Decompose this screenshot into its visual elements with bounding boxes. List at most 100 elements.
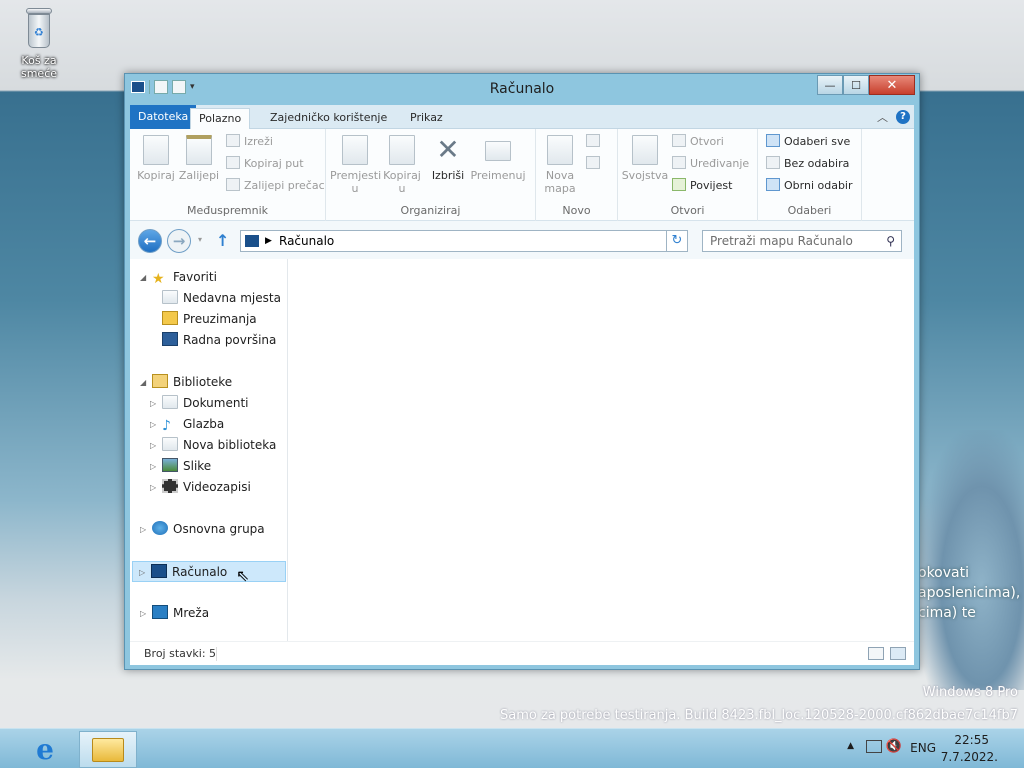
select-none-button[interactable]: Bez odabira	[766, 155, 849, 173]
watermark-edition: Windows 8 Pro	[922, 685, 1018, 700]
cut-button[interactable]: Izreži	[226, 133, 273, 151]
refresh-button[interactable]: ↻	[666, 230, 688, 252]
nav-pictures[interactable]: ▷ Slike	[150, 456, 211, 477]
desktop-recycle-bin[interactable]: ♻ Koš za smeće	[2, 6, 76, 80]
scissors-icon	[226, 134, 240, 147]
easy-access-icon	[586, 156, 600, 169]
collapse-ribbon-icon[interactable]: ︿	[877, 109, 888, 125]
maximize-button[interactable]: ☐	[843, 75, 869, 95]
breadcrumb-chevron-icon[interactable]: ▶	[265, 231, 272, 251]
paste-button[interactable]: Zalijepi	[176, 135, 222, 182]
nav-downloads[interactable]: Preuzimanja	[162, 309, 257, 330]
ie-icon: e	[36, 733, 54, 766]
close-button[interactable]: ✕	[869, 75, 915, 95]
computer-icon	[151, 564, 167, 578]
minimize-button[interactable]: —	[817, 75, 843, 95]
back-button[interactable]: ←	[138, 229, 162, 253]
copy-to-button[interactable]: Kopiraj u	[380, 135, 424, 195]
details-view-icon[interactable]	[868, 647, 884, 660]
file-list-area[interactable]	[289, 259, 914, 641]
clock-date[interactable]: 7.7.2022.	[941, 750, 998, 764]
properties-icon	[632, 135, 658, 165]
search-icon[interactable]: ⚲	[886, 231, 895, 251]
nav-homegroup[interactable]: ▷ Osnovna grupa	[140, 519, 265, 540]
nav-libraries[interactable]: ◢ Biblioteke	[140, 372, 232, 393]
group-label-organize: Organiziraj	[400, 204, 461, 217]
collapsed-icon[interactable]: ▷	[139, 562, 145, 583]
item-count: Broj stavki: 5	[144, 647, 217, 660]
search-input[interactable]: Pretraži mapu Računalo ⚲	[702, 230, 902, 252]
wallpaper-text-3: cima) te	[918, 605, 976, 621]
show-hidden-icons-icon[interactable]: ▲	[847, 741, 854, 751]
easy-access-button[interactable]	[586, 155, 604, 173]
tab-view[interactable]: Prikaz	[402, 108, 451, 129]
taskbar-explorer-button[interactable]	[79, 731, 137, 768]
open-button[interactable]: Otvori	[672, 133, 724, 151]
collapsed-icon[interactable]: ▷	[150, 435, 156, 456]
navigation-pane: ◢ ★ Favoriti Nedavna mjesta Preuzimanja Ra…	[130, 259, 288, 641]
paste-shortcut-icon	[226, 178, 240, 191]
history-button[interactable]: Povijest	[672, 177, 732, 195]
edit-button[interactable]: Uređivanje	[672, 155, 749, 173]
nav-videos[interactable]: ▷ Videozapisi	[150, 477, 251, 498]
collapsed-icon[interactable]: ▷	[150, 393, 156, 414]
language-indicator[interactable]: ENG	[910, 741, 936, 755]
forward-button[interactable]: →	[167, 229, 191, 253]
rename-button[interactable]: Preimenuj	[470, 135, 526, 182]
paste-shortcut-button[interactable]: Zalijepi prečac	[226, 177, 325, 195]
wallpaper-text-2: aposlenicima),	[918, 585, 1021, 601]
large-icons-view-icon[interactable]	[890, 647, 906, 660]
collapsed-icon[interactable]: ▷	[140, 519, 146, 540]
forward-icon: →	[172, 232, 186, 250]
clock-time[interactable]: 22:55	[954, 733, 989, 747]
help-icon[interactable]: ?	[896, 110, 910, 124]
music-icon: ♪	[162, 418, 171, 434]
nav-recent-places[interactable]: Nedavna mjesta	[162, 288, 281, 309]
nav-documents[interactable]: ▷ Dokumenti	[150, 393, 248, 414]
collapsed-icon[interactable]: ▷	[150, 414, 156, 435]
downloads-icon	[162, 311, 178, 325]
collapsed-icon[interactable]: ▷	[150, 456, 156, 477]
nav-music[interactable]: ▷ ♪ Glazba	[150, 414, 224, 435]
tab-file[interactable]: Datoteka	[130, 105, 197, 129]
nav-computer[interactable]: ▷ Računalo	[132, 561, 286, 582]
recycle-bin-label: Koš za smeće	[20, 54, 58, 80]
taskbar-ie-button[interactable]: e	[16, 731, 74, 768]
navigation-bar: ← → ▾ ↑ ▶ Računalo ⌵ ↻ Pretraži mapu Rač…	[130, 221, 914, 259]
wallpaper-text-1: okovati	[918, 565, 969, 581]
recent-locations-icon[interactable]: ▾	[198, 235, 202, 244]
tab-home[interactable]: Polazno	[190, 108, 251, 130]
rename-icon	[485, 141, 511, 161]
move-to-button[interactable]: Premjesti u	[330, 135, 381, 195]
copy-path-button[interactable]: Kopiraj put	[226, 155, 304, 173]
volume-muted-icon[interactable]: 🔇	[886, 739, 902, 754]
ribbon: Kopiraj Zalijepi Izreži Kopiraj put Zali…	[130, 129, 914, 221]
group-label-clipboard: Međuspremnik	[186, 204, 269, 217]
select-all-button[interactable]: Odaberi sve	[766, 133, 850, 151]
ribbon-tabs: Datoteka Polazno Zajedničko korištenje P…	[130, 105, 914, 130]
nav-favorites[interactable]: ◢ ★ Favoriti	[140, 267, 217, 288]
libraries-folder-icon	[152, 374, 168, 388]
videos-icon	[162, 479, 178, 493]
nav-network[interactable]: ▷ Mreža	[140, 603, 209, 624]
group-new: Nova mapa Novo	[536, 129, 618, 221]
address-bar[interactable]: ▶ Računalo ⌵	[240, 230, 687, 252]
nav-new-library[interactable]: ▷ Nova biblioteka	[150, 435, 276, 456]
new-item-button[interactable]	[586, 133, 604, 151]
new-folder-button[interactable]: Nova mapa	[540, 135, 580, 195]
collapsed-icon[interactable]: ▷	[150, 477, 156, 498]
invert-selection-button[interactable]: Obrni odabir	[766, 177, 853, 195]
nav-desktop[interactable]: Radna površina	[162, 330, 276, 351]
tab-share[interactable]: Zajedničko korištenje	[262, 108, 395, 129]
up-button[interactable]: ↑	[216, 231, 229, 250]
delete-button[interactable]: ✕ Izbriši	[428, 135, 468, 183]
expanded-icon[interactable]: ◢	[140, 372, 146, 393]
title-bar[interactable]: ▾ Računalo — ☐ ✕	[125, 74, 919, 104]
documents-icon	[162, 395, 178, 409]
properties-button[interactable]: Svojstva	[620, 135, 670, 182]
network-status-icon[interactable]	[866, 740, 882, 753]
copy-button[interactable]: Kopiraj	[136, 135, 176, 182]
collapsed-icon[interactable]: ▷	[140, 603, 146, 624]
desktop-icon	[162, 332, 178, 346]
expanded-icon[interactable]: ◢	[140, 267, 146, 288]
